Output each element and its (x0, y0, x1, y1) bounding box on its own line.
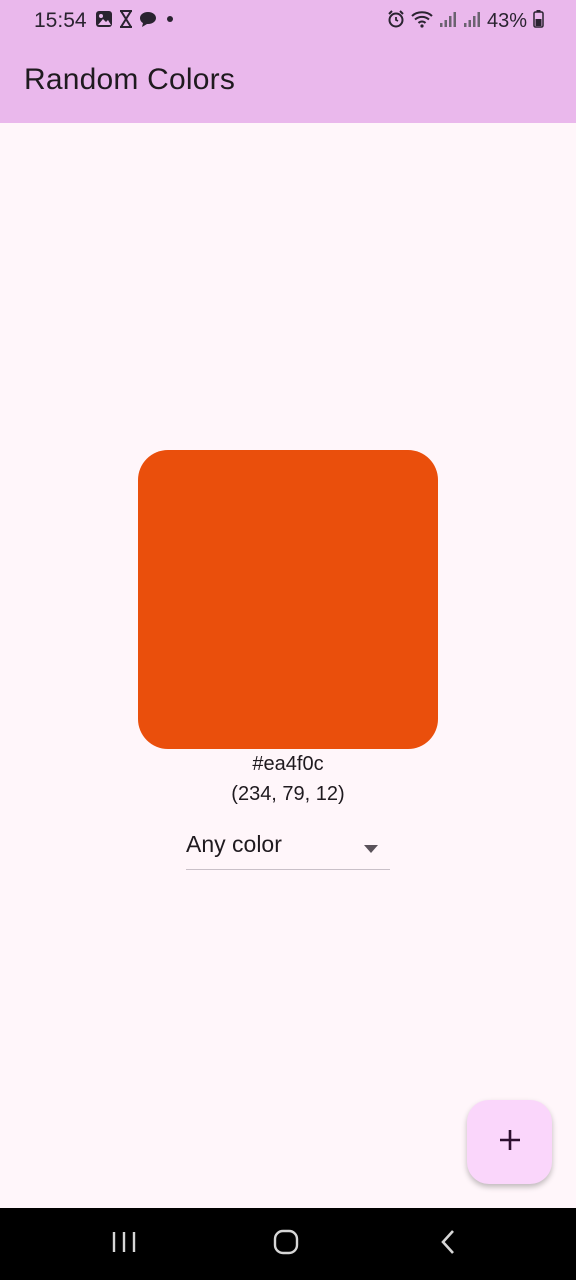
battery-icon (533, 9, 544, 33)
status-system-icons: 43% (387, 9, 544, 33)
color-swatch (138, 450, 438, 749)
app-bar: 15:54 43% Random Colors (0, 0, 576, 123)
back-icon (439, 1229, 457, 1260)
add-icon (498, 1128, 522, 1157)
rgb-label: (234, 79, 12) (231, 783, 345, 805)
home-icon (273, 1229, 299, 1260)
system-nav-bar (0, 1208, 576, 1280)
hourglass-icon (119, 9, 133, 33)
alarm-icon (387, 9, 405, 33)
add-color-button[interactable] (467, 1100, 552, 1184)
status-bar: 15:54 43% (0, 0, 576, 42)
back-button[interactable] (428, 1228, 468, 1260)
dropdown-selected-value: Any color (186, 831, 282, 857)
arrow-drop-down-icon (362, 841, 380, 859)
signal-icon (439, 10, 457, 33)
recents-button[interactable] (104, 1228, 144, 1260)
status-time: 15:54 (34, 9, 87, 32)
hex-label: #ea4f0c (252, 753, 324, 775)
page-title: Random Colors (24, 63, 236, 96)
chat-bubble-icon (139, 10, 157, 33)
status-notification-icons (95, 9, 177, 33)
battery-percent: 43% (486, 9, 527, 32)
signal-icon (463, 10, 481, 33)
wifi-icon (411, 10, 433, 33)
home-button[interactable] (266, 1228, 306, 1260)
color-filter-dropdown[interactable]: Any color (186, 826, 390, 870)
dot-icon (163, 10, 177, 33)
recents-icon (111, 1230, 137, 1259)
gallery-icon (95, 10, 113, 33)
